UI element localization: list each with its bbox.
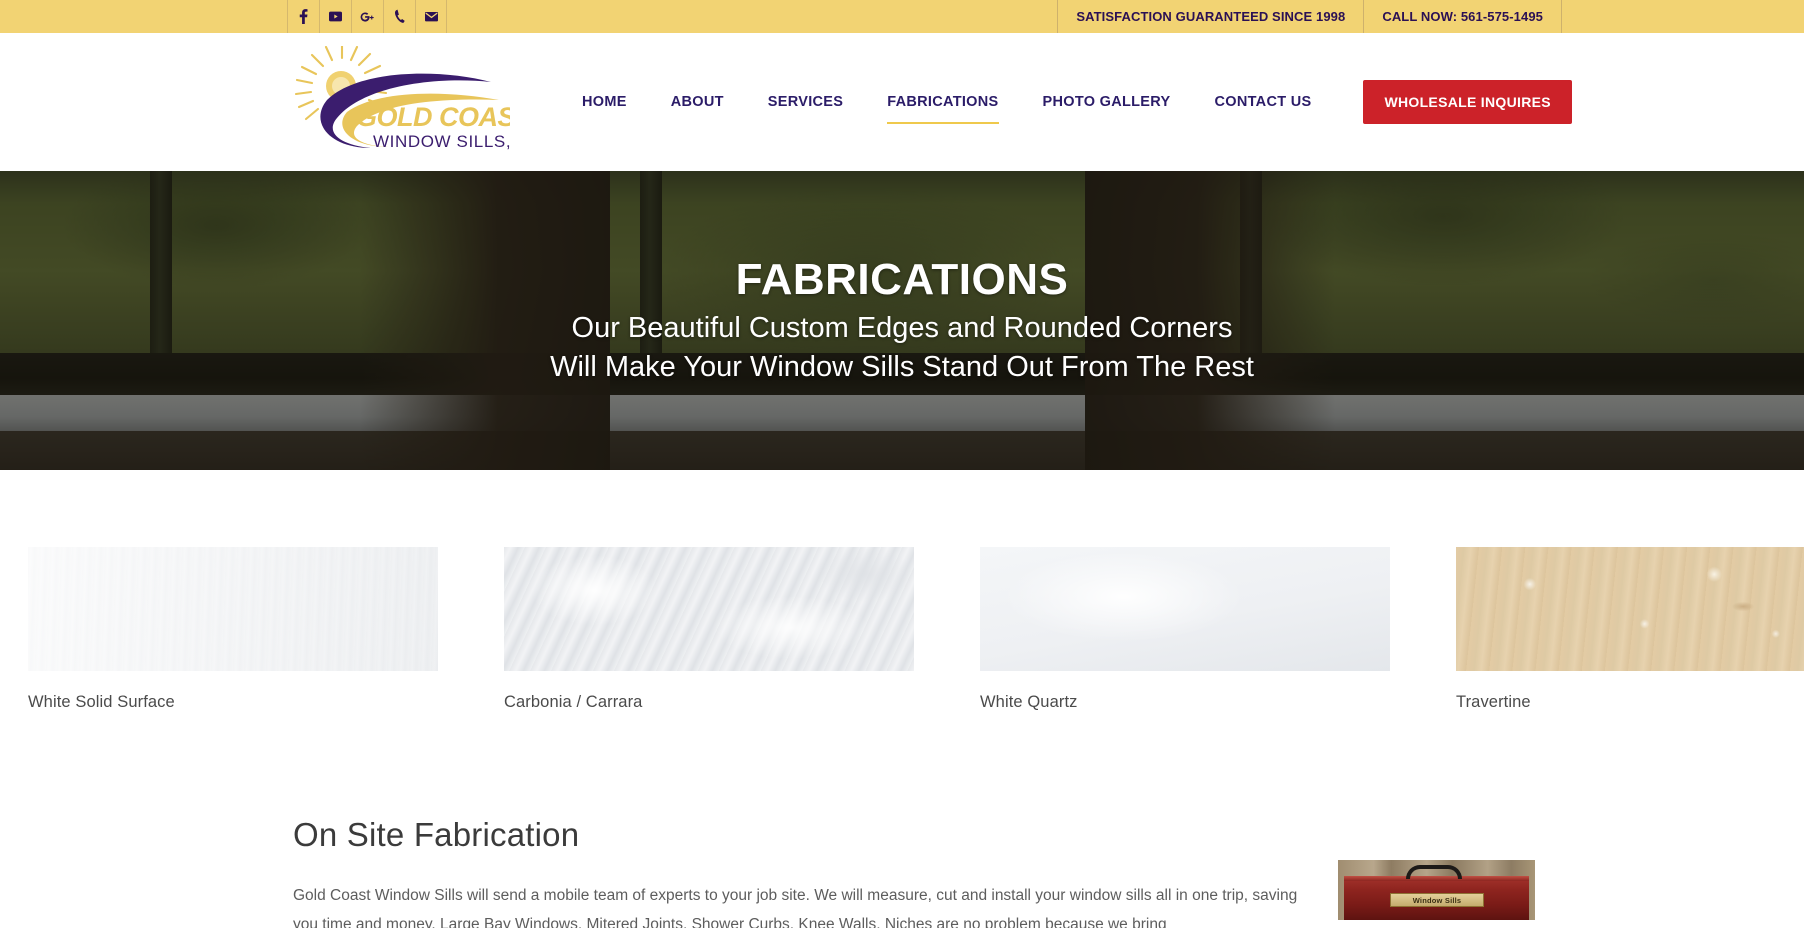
youtube-icon[interactable] <box>319 0 351 33</box>
on-site-text-column: On Site Fabrication Gold Coast Window Si… <box>293 816 1308 928</box>
material-label: Travertine <box>1456 693 1531 711</box>
material-card: Travertine <box>1456 547 1804 712</box>
email-icon[interactable] <box>415 0 447 33</box>
material-card: Carbonia / Carrara <box>504 547 952 712</box>
material-card: White Quartz <box>980 547 1428 712</box>
social-links <box>287 0 447 33</box>
wholesale-inquires-button[interactable]: WHOLESALE INQUIRES <box>1363 80 1572 124</box>
phone-icon[interactable] <box>383 0 415 33</box>
hero-subtitle-line-2: Will Make Your Window Sills Stand Out Fr… <box>550 350 1254 383</box>
facebook-icon[interactable] <box>287 0 319 33</box>
material-thumbnail-white-quartz[interactable] <box>980 547 1390 671</box>
svg-text:GOLD COAST: GOLD COAST <box>356 102 510 132</box>
on-site-fabrication-heading: On Site Fabrication <box>293 816 580 853</box>
satisfaction-guarantee-text: SATISFACTION GUARANTEED SINCE 1998 <box>1057 0 1363 33</box>
material-swatch-list: White Solid Surface Carbonia / Carrara W… <box>0 470 1804 712</box>
toolbox-nameplate: Window Sills <box>1390 893 1484 907</box>
on-site-fabrication-section: On Site Fabrication Gold Coast Window Si… <box>0 816 1804 928</box>
nav-item-photo-gallery[interactable]: PHOTO GALLERY <box>1043 86 1171 118</box>
site-logo[interactable]: GOLD COAST WINDOW SILLS, INC <box>285 46 510 158</box>
nav-item-about[interactable]: ABOUT <box>671 86 724 118</box>
page-root: SATISFACTION GUARANTEED SINCE 1998 CALL … <box>0 0 1804 928</box>
material-label: White Quartz <box>980 693 1078 711</box>
material-thumbnail-white-solid-surface[interactable] <box>28 547 438 671</box>
nav-item-fabrications[interactable]: FABRICATIONS <box>887 86 999 124</box>
material-thumbnail-carbonia-carrara[interactable] <box>504 547 914 671</box>
call-now-link[interactable]: CALL NOW: 561-575-1495 <box>1363 0 1562 33</box>
material-label: Carbonia / Carrara <box>504 693 643 711</box>
svg-text:WINDOW SILLS, INC: WINDOW SILLS, INC <box>373 132 510 151</box>
hero-subtitle-line-1: Our Beautiful Custom Edges and Rounded C… <box>571 312 1233 345</box>
nav-item-home[interactable]: HOME <box>582 86 627 118</box>
material-thumbnail-travertine[interactable] <box>1456 547 1804 671</box>
toolbox-photo[interactable]: Window Sills <box>1338 860 1535 920</box>
nav-item-services[interactable]: SERVICES <box>768 86 843 118</box>
site-header: GOLD COAST WINDOW SILLS, INC HOME ABOUT … <box>0 33 1804 171</box>
material-label: White Solid Surface <box>28 693 175 711</box>
hero-title: FABRICATIONS <box>735 254 1069 304</box>
top-utility-bar: SATISFACTION GUARANTEED SINCE 1998 CALL … <box>0 0 1804 33</box>
toolbox-handle-icon <box>1406 865 1462 879</box>
on-site-fabrication-paragraph: Gold Coast Window Sills will send a mobi… <box>293 887 1298 928</box>
main-navigation: HOME ABOUT SERVICES FABRICATIONS PHOTO G… <box>582 80 1572 124</box>
hero-banner: FABRICATIONS Our Beautiful Custom Edges … <box>0 171 1804 470</box>
toolbox-nameplate-text: Window Sills <box>1412 895 1462 905</box>
top-info-group: SATISFACTION GUARANTEED SINCE 1998 CALL … <box>1057 0 1562 33</box>
material-card: White Solid Surface <box>28 547 476 712</box>
google-plus-icon[interactable] <box>351 0 383 33</box>
on-site-image-column: Window Sills <box>1338 860 1535 920</box>
nav-item-contact-us[interactable]: CONTACT US <box>1214 86 1311 118</box>
